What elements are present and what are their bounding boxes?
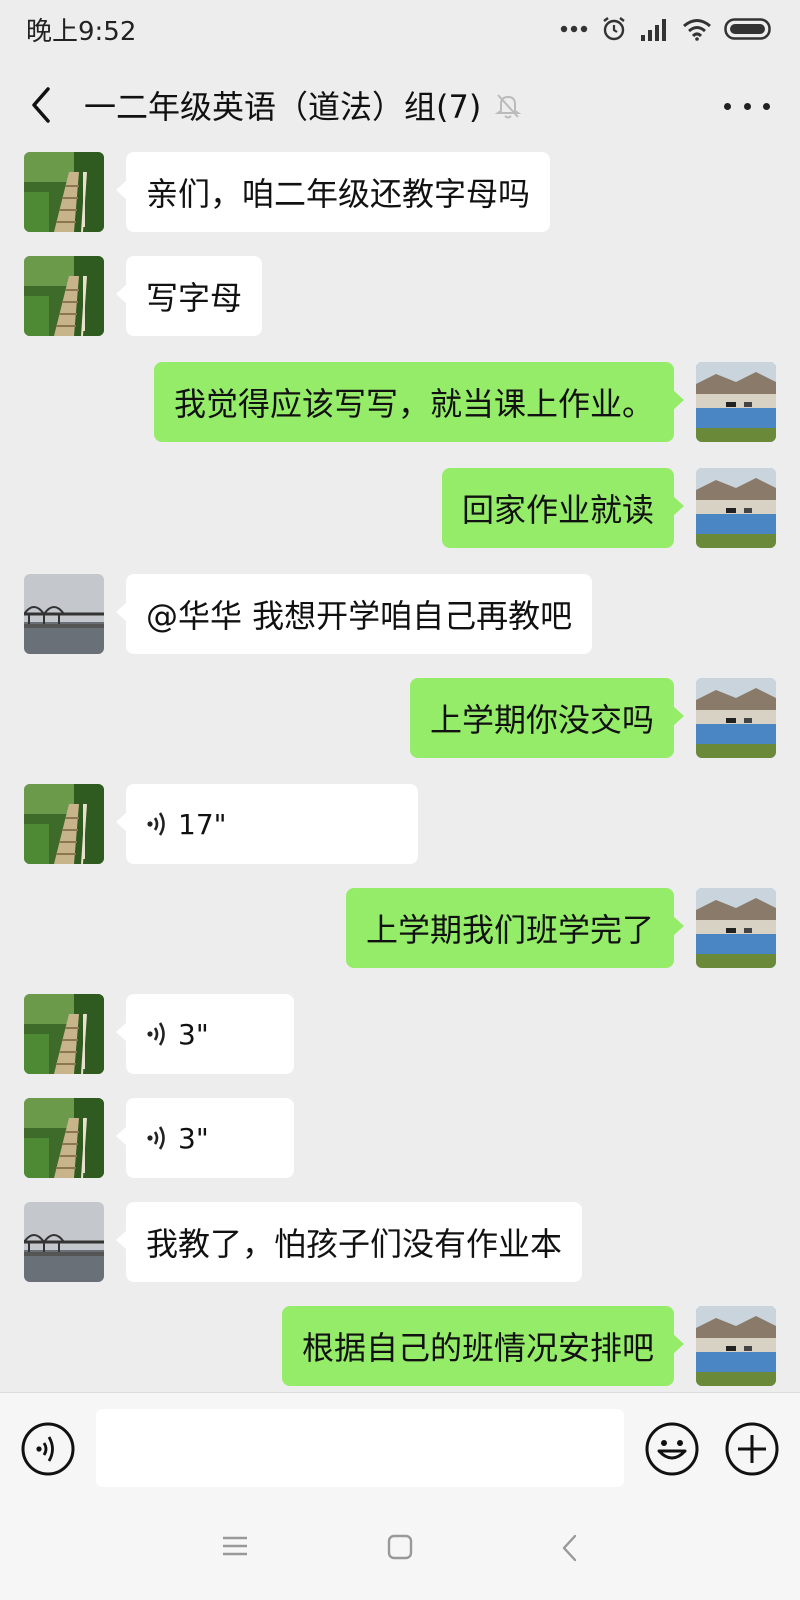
message: 上学期我们班学完了 <box>0 888 800 968</box>
back-icon <box>562 1534 577 1562</box>
forest-stairs-avatar-icon <box>24 256 104 336</box>
message: @华华 我想开学咱自己再教吧 <box>0 574 800 654</box>
avatar[interactable] <box>696 362 776 442</box>
message: 17" <box>0 784 800 864</box>
voice-message-bubble[interactable]: 3" <box>116 994 294 1074</box>
menu-icon <box>223 1536 247 1556</box>
forest-stairs-avatar-icon <box>24 784 104 864</box>
message-text: @华华 我想开学咱自己再教吧 <box>146 597 573 635</box>
avatar[interactable] <box>24 784 104 864</box>
bridge-river-avatar-icon <box>24 574 104 654</box>
message-bubble[interactable]: 上学期我们班学完了 <box>345 888 685 968</box>
lake-horses-avatar-icon <box>696 362 776 442</box>
voice-duration: 3" <box>178 1121 209 1155</box>
message-bubble[interactable]: 上学期你没交吗 <box>409 678 685 758</box>
message-text: 回家作业就读 <box>461 491 654 529</box>
home-button[interactable] <box>387 1534 413 1564</box>
voice-wave-icon <box>147 812 165 836</box>
message: 根据自己的班情况安排吧 <box>0 1306 800 1386</box>
voice-message-bubble[interactable]: 3" <box>116 1098 294 1178</box>
message: 我觉得应该写写，就当课上作业。 <box>0 362 800 442</box>
message-bubble[interactable]: 我觉得应该写写，就当课上作业。 <box>153 362 685 442</box>
message-text: 根据自己的班情况安排吧 <box>301 1329 654 1367</box>
message-bubble[interactable]: 根据自己的班情况安排吧 <box>281 1306 685 1386</box>
message-bubble[interactable]: @华华 我想开学咱自己再教吧 <box>115 574 593 654</box>
home-icon <box>387 1534 413 1560</box>
voice-icon <box>21 1422 75 1476</box>
avatar[interactable] <box>696 888 776 968</box>
message: 回家作业就读 <box>0 468 800 548</box>
voice-wave-icon <box>147 1022 165 1046</box>
emoji-button[interactable] <box>644 1421 700 1481</box>
message: 写字母 <box>0 256 800 336</box>
avatar[interactable] <box>696 1306 776 1386</box>
message-text: 写字母 <box>146 279 243 317</box>
message: 3" <box>0 1098 800 1178</box>
lake-horses-avatar-icon <box>696 468 776 548</box>
message: 亲们，咱二年级还教字母吗 <box>0 152 800 232</box>
avatar[interactable] <box>24 256 104 336</box>
forest-stairs-avatar-icon <box>24 152 104 232</box>
lake-horses-avatar-icon <box>696 888 776 968</box>
avatar[interactable] <box>24 1098 104 1178</box>
message-input[interactable] <box>96 1409 624 1487</box>
bridge-river-avatar-icon <box>24 1202 104 1282</box>
message-bubble[interactable]: 我教了，怕孩子们没有作业本 <box>115 1202 583 1282</box>
voice-input-button[interactable] <box>20 1421 76 1481</box>
message-text: 上学期你没交吗 <box>429 701 654 739</box>
forest-stairs-avatar-icon <box>24 1098 104 1178</box>
plus-icon <box>725 1422 779 1476</box>
message-text: 上学期我们班学完了 <box>365 911 654 949</box>
avatar[interactable] <box>696 678 776 758</box>
system-nav-bar <box>0 1504 800 1600</box>
message: 我教了，怕孩子们没有作业本 <box>0 1202 800 1282</box>
voice-wave-icon <box>147 1126 165 1150</box>
avatar[interactable] <box>696 468 776 548</box>
avatar[interactable] <box>24 994 104 1074</box>
avatar[interactable] <box>24 1202 104 1282</box>
message: 3" <box>0 994 800 1074</box>
message: 上学期你没交吗 <box>0 678 800 758</box>
voice-duration: 3" <box>178 1017 209 1051</box>
lake-horses-avatar-icon <box>696 678 776 758</box>
avatar[interactable] <box>24 152 104 232</box>
menu-button[interactable] <box>222 1534 248 1562</box>
message-text: 我觉得应该写写，就当课上作业。 <box>173 385 654 423</box>
message-text: 我教了，怕孩子们没有作业本 <box>146 1225 563 1263</box>
message-bubble[interactable]: 写字母 <box>115 256 263 336</box>
system-back-button[interactable] <box>560 1534 580 1566</box>
input-bar <box>0 1392 800 1504</box>
voice-duration: 17" <box>178 807 227 841</box>
message-list[interactable]: 亲们，咱二年级还教字母吗 写字母 我觉得应该写写，就当课上作业。 回家作业就读 … <box>0 0 800 1390</box>
more-functions-button[interactable] <box>724 1421 780 1481</box>
lake-horses-avatar-icon <box>696 1306 776 1386</box>
message-text: 亲们，咱二年级还教字母吗 <box>146 175 531 213</box>
message-bubble[interactable]: 回家作业就读 <box>441 468 685 548</box>
voice-message-bubble[interactable]: 17" <box>116 784 418 864</box>
avatar[interactable] <box>24 574 104 654</box>
message-bubble[interactable]: 亲们，咱二年级还教字母吗 <box>115 152 551 232</box>
emoji-icon <box>645 1422 699 1476</box>
forest-stairs-avatar-icon <box>24 994 104 1074</box>
